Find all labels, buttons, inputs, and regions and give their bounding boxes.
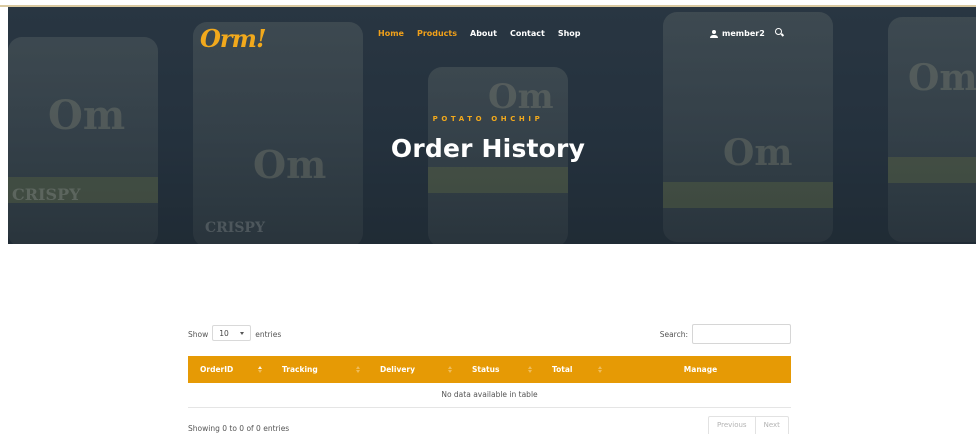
table-search: Search: xyxy=(660,324,791,344)
table-controls: Show 10 entries Search: xyxy=(188,324,791,344)
column-header-tracking[interactable]: Tracking xyxy=(270,356,368,383)
column-header-total[interactable]: Total xyxy=(540,356,610,383)
column-header-manage: Manage xyxy=(683,365,718,374)
entries-label: entries xyxy=(255,330,282,339)
nav-item-home[interactable]: Home xyxy=(378,29,404,38)
hero-overlay xyxy=(8,7,976,244)
search-icon[interactable] xyxy=(775,28,784,37)
column-header-delivery[interactable]: Delivery xyxy=(368,356,460,383)
nav-item-about[interactable]: About xyxy=(470,29,497,38)
order-history-table: OrderID Tracking Delivery Status Total M… xyxy=(188,356,791,408)
sort-asc-icon xyxy=(258,366,262,373)
chevron-down-icon xyxy=(240,331,245,335)
column-header-status[interactable]: Status xyxy=(460,356,540,383)
nav-item-contact[interactable]: Contact xyxy=(510,29,545,38)
search-label: Search: xyxy=(659,329,688,339)
main-nav: Home Products About Contact Shop xyxy=(378,29,581,38)
page: Om CRISPY Om CRISPY Om Om Om Orm! Home P… xyxy=(0,0,976,434)
table-info: Showing 0 to 0 of 0 entries xyxy=(188,424,290,433)
hero-banner: Om CRISPY Om CRISPY Om Om Om xyxy=(8,7,976,244)
next-button[interactable]: Next xyxy=(754,417,788,434)
column-header-orderid[interactable]: OrderID xyxy=(188,356,270,383)
user-account-link[interactable]: member2 xyxy=(710,29,765,38)
page-title: Order History xyxy=(390,134,586,163)
user-name: member2 xyxy=(722,29,765,38)
table-header-row: OrderID Tracking Delivery Status Total M… xyxy=(188,356,791,383)
table-empty-row: No data available in table xyxy=(188,383,791,408)
user-icon xyxy=(710,29,718,38)
sort-icon xyxy=(448,366,452,373)
sort-icon xyxy=(528,366,532,373)
entries-select-value: 10 xyxy=(219,328,229,338)
show-label: Show xyxy=(188,330,209,339)
entries-select[interactable]: 10 xyxy=(212,325,252,341)
sort-icon xyxy=(598,366,602,373)
hero-eyebrow: POTATO OHCHIP xyxy=(432,115,544,123)
search-input[interactable] xyxy=(692,324,791,344)
empty-message: No data available in table xyxy=(188,383,791,408)
sort-icon xyxy=(356,366,360,373)
nav-item-shop[interactable]: Shop xyxy=(558,29,581,38)
previous-button[interactable]: Previous xyxy=(709,417,755,434)
entries-length-control: Show 10 entries xyxy=(188,325,282,341)
nav-item-products[interactable]: Products xyxy=(417,29,457,38)
pagination: Previous Next xyxy=(708,416,789,434)
brand-logo[interactable]: Orm! xyxy=(200,24,266,53)
